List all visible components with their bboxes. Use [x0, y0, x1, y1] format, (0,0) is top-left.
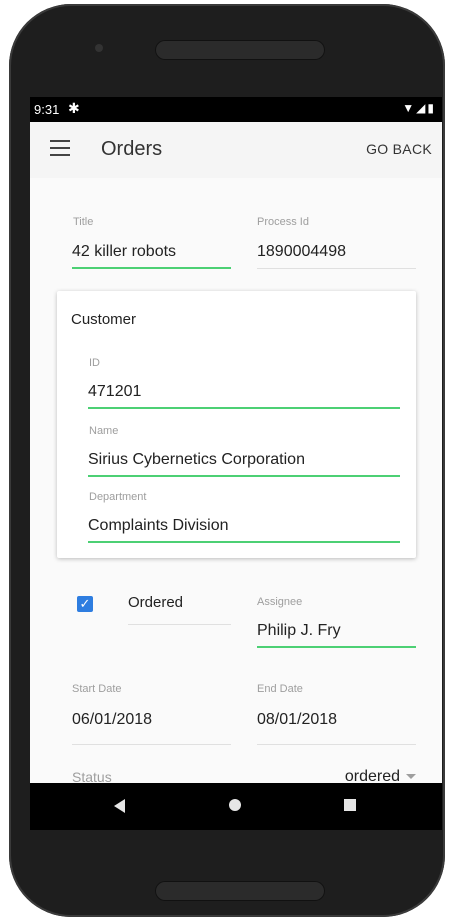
back-icon[interactable] [114, 799, 125, 813]
customer-id-underline [88, 407, 400, 409]
go-back-button[interactable]: GO BACK [366, 141, 432, 157]
menu-icon[interactable] [50, 140, 70, 156]
status-time: 9:31 [34, 102, 60, 117]
bottom-speaker [155, 881, 325, 901]
home-icon[interactable] [229, 799, 241, 811]
customer-id-label: ID [89, 357, 100, 369]
title-field[interactable]: 42 killer robots [72, 243, 176, 261]
assignee-label: Assignee [257, 596, 303, 608]
title-underline [72, 267, 231, 269]
gear-icon: ✱ [68, 100, 80, 116]
department-label: Department [89, 491, 147, 503]
customer-name-underline [88, 475, 400, 477]
ordered-checkbox[interactable]: ✓ [77, 596, 93, 612]
start-date-label: Start Date [72, 683, 122, 695]
start-date-field[interactable]: 06/01/2018 [72, 711, 152, 729]
process-id-label: Process Id [257, 216, 309, 228]
system-nav-bar [30, 783, 442, 830]
recent-apps-icon[interactable] [344, 799, 356, 811]
chevron-down-icon [406, 774, 416, 780]
camera [95, 44, 103, 52]
department-field[interactable]: Complaints Division [88, 517, 229, 535]
top-speaker [155, 40, 325, 60]
title-label: Title [73, 216, 94, 228]
ordered-underline [128, 624, 231, 625]
customer-card: Customer ID 471201 Name Sirius Cyberneti… [57, 291, 416, 558]
assignee-field[interactable]: Philip J. Fry [257, 622, 341, 640]
order-form: Title 42 killer robots Process Id 189000… [30, 178, 442, 785]
customer-heading: Customer [71, 311, 137, 328]
page-title: Orders [101, 138, 163, 160]
ordered-label: Ordered [128, 594, 184, 611]
end-date-label: End Date [257, 683, 303, 695]
assignee-underline [257, 646, 416, 648]
process-id-field[interactable]: 1890004498 [257, 243, 346, 261]
end-date-underline [257, 744, 416, 745]
device-screen: 9:31 ✱ ▼◢▮ Orders GO BACK Title 42 kille… [30, 97, 442, 830]
department-underline [88, 541, 400, 543]
start-date-underline [72, 744, 231, 745]
customer-id-field[interactable]: 471201 [88, 383, 141, 401]
customer-name-field[interactable]: Sirius Cybernetics Corporation [88, 451, 305, 469]
signal-battery-icon: ▼◢▮ [402, 101, 436, 115]
customer-name-label: Name [89, 425, 119, 437]
status-bar: 9:31 ✱ ▼◢▮ [30, 97, 442, 122]
app-bar: Orders GO BACK [30, 122, 442, 178]
end-date-field[interactable]: 08/01/2018 [257, 711, 337, 729]
process-id-underline [257, 268, 416, 269]
